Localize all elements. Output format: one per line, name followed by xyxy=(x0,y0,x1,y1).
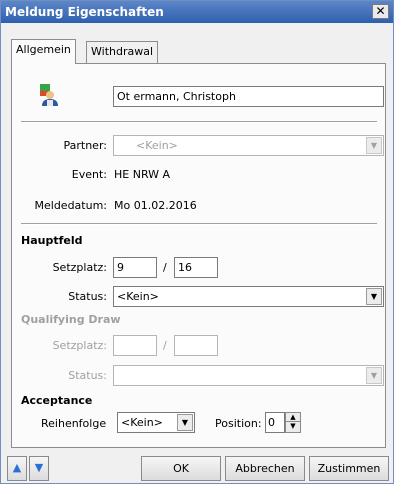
event-value: HE NRW A xyxy=(114,168,171,181)
qualifying-setzplatz-total-input[interactable] xyxy=(174,335,218,356)
meldedatum-value: Mo 01.02.2016 xyxy=(114,199,197,212)
hauptfeld-setzplatz-input[interactable]: 9 xyxy=(113,257,157,278)
chevron-down-icon: ▼ xyxy=(366,137,382,154)
qualifying-status-select[interactable]: ▼ xyxy=(113,365,384,386)
qualifying-slash: / xyxy=(163,339,167,352)
reihenfolge-select[interactable]: <Kein> ▼ xyxy=(117,412,195,433)
hauptfeld-status-value: <Kein> xyxy=(117,290,159,303)
partner-value: <Kein> xyxy=(136,139,178,152)
tab-allgemein[interactable]: Allgemein xyxy=(11,39,76,64)
player-name-field[interactable]: Ot ermann, Christoph xyxy=(113,86,384,107)
hauptfeld-heading: Hauptfeld xyxy=(21,234,83,247)
acceptance-heading: Acceptance xyxy=(21,394,93,407)
agree-button[interactable]: Zustimmen xyxy=(309,456,389,481)
reihenfolge-value: <Kein> xyxy=(121,416,163,429)
spin-up-icon[interactable]: ▲ xyxy=(286,413,300,422)
reihenfolge-label: Reihenfolge xyxy=(41,417,107,430)
window-title: Meldung Eigenschaften xyxy=(5,5,164,19)
qualifying-setzplatz-label: Setzplatz: xyxy=(52,339,107,352)
close-icon: ✕ xyxy=(375,4,386,18)
dialog-window: Meldung Eigenschaften ✕ Allgemein Withdr… xyxy=(0,0,394,484)
hauptfeld-slash: / xyxy=(163,261,167,274)
qualifying-status-label: Status: xyxy=(68,369,107,382)
ok-button[interactable]: OK xyxy=(141,456,221,481)
meldedatum-label: Meldedatum: xyxy=(34,199,108,212)
title-bar: Meldung Eigenschaften ✕ xyxy=(1,1,393,23)
position-input[interactable]: 0 xyxy=(265,412,285,433)
partner-select[interactable]: <Kein> ▼ xyxy=(113,135,384,156)
arrow-up-icon: ▲ xyxy=(12,461,22,474)
position-spinner[interactable]: ▲ ▼ xyxy=(285,412,301,433)
spin-down-icon[interactable]: ▼ xyxy=(286,422,300,431)
tab-withdrawal[interactable]: Withdrawal xyxy=(86,41,159,63)
chevron-down-icon: ▼ xyxy=(366,367,382,384)
cancel-button[interactable]: Abbrechen xyxy=(225,456,305,481)
separator-top xyxy=(21,121,377,123)
qualifying-setzplatz-input[interactable] xyxy=(113,335,157,356)
hauptfeld-status-select[interactable]: <Kein> ▼ xyxy=(113,286,384,307)
partner-label: Partner: xyxy=(63,139,108,152)
event-label: Event: xyxy=(71,168,107,181)
arrow-down-icon: ▼ xyxy=(34,461,44,474)
hauptfeld-status-label: Status: xyxy=(68,290,107,303)
qualifying-heading: Qualifying Draw xyxy=(21,313,121,326)
hauptfeld-setzplatz-total-input[interactable]: 16 xyxy=(174,257,218,278)
move-down-button[interactable]: ▼ xyxy=(29,456,49,481)
close-button[interactable]: ✕ xyxy=(372,4,389,19)
chevron-down-icon: ▼ xyxy=(177,414,193,431)
separator-middle xyxy=(21,223,377,225)
move-up-button[interactable]: ▲ xyxy=(7,456,27,481)
hauptfeld-setzplatz-label: Setzplatz: xyxy=(52,261,107,274)
position-label: Position: xyxy=(215,417,262,430)
person-icon xyxy=(40,84,58,106)
chevron-down-icon: ▼ xyxy=(366,288,382,305)
